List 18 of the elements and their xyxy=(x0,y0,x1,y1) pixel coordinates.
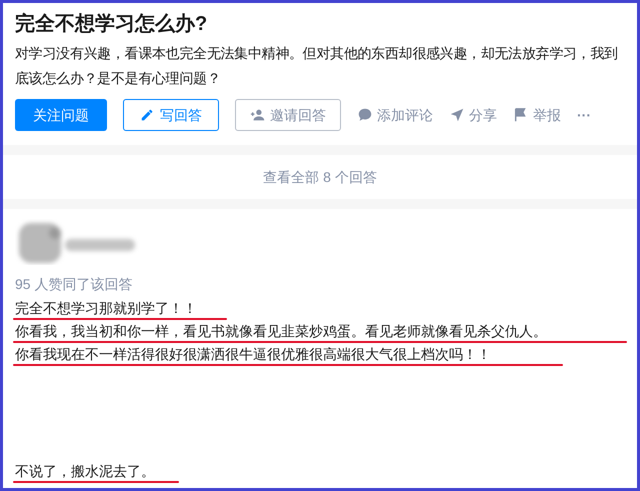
answer-paragraph: 完全不想学习那就别学了！！ xyxy=(15,299,197,318)
action-button[interactable]: 分享 xyxy=(449,99,497,131)
action-button[interactable]: 举报 xyxy=(513,99,561,131)
more-button[interactable]: ··· xyxy=(577,99,591,131)
paper-plane-icon xyxy=(449,107,465,123)
write-answer-button[interactable]: 写回答 xyxy=(123,99,219,131)
view-all-answers-link[interactable]: 查看全部 8 个回答 xyxy=(263,166,377,188)
question-title: 完全不想学习怎么办? xyxy=(15,12,208,37)
answer-paragraph: 你看我现在不一样活得很好很潇洒很牛逼很优雅很高端很大气很上档次吗！！ xyxy=(15,345,491,364)
answer-paragraph: 你看我，我当初和你一样，看见书就像看见韭菜炒鸡蛋。看见老师就像看见杀父仇人。 xyxy=(15,322,547,341)
action-button[interactable]: 添加评论 xyxy=(357,99,433,131)
vote-count: 95 人赞同了该回答 xyxy=(15,275,134,294)
question-description: 对学习没有兴趣，看课本也完全无法集中精神。但对其他的东西却很感兴趣，却无法放弃学习，我到底该怎么办？是不是有心理问题？ xyxy=(15,44,619,88)
invite-button[interactable]: 邀请回答 xyxy=(235,99,341,131)
answer-paragraph: 不说了，搬水泥去了。 xyxy=(15,462,155,481)
add-person-icon xyxy=(250,107,266,123)
speech-bubble-icon xyxy=(357,107,373,123)
follow-button[interactable]: 关注问题 xyxy=(15,99,107,131)
